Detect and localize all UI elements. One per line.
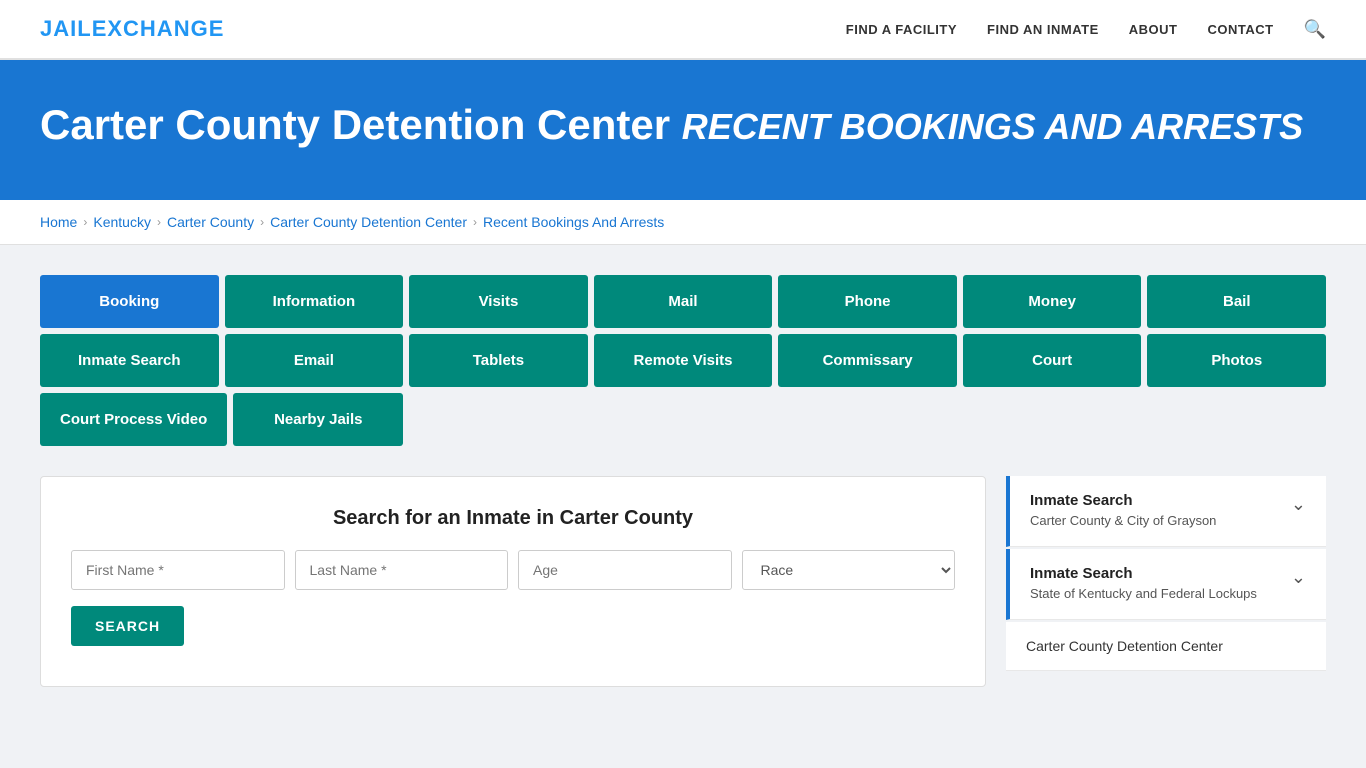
header: JAILEXCHANGE FIND A FACILITY FIND AN INM… <box>0 0 1366 60</box>
search-title: Search for an Inmate in Carter County <box>71 507 955 530</box>
logo-part2: EXCHANGE <box>92 16 225 41</box>
button-row-2: Inmate Search Email Tablets Remote Visit… <box>40 334 1326 387</box>
mail-button[interactable]: Mail <box>594 275 773 328</box>
commissary-button[interactable]: Commissary <box>778 334 957 387</box>
photos-button[interactable]: Photos <box>1147 334 1326 387</box>
chevron-down-icon: ⌄ <box>1291 567 1306 588</box>
remote-visits-button[interactable]: Remote Visits <box>594 334 773 387</box>
sidebar: Inmate Search Carter County & City of Gr… <box>1006 476 1326 671</box>
search-submit-button[interactable]: SEARCH <box>71 606 184 646</box>
breadcrumb-detention-center[interactable]: Carter County Detention Center <box>270 214 467 230</box>
search-fields: Race White Black Hispanic Asian Other <box>71 550 955 590</box>
hero-section: Carter County Detention Center RECENT BO… <box>0 60 1366 200</box>
nav-about[interactable]: ABOUT <box>1129 22 1178 37</box>
nav-find-facility[interactable]: FIND A FACILITY <box>846 22 957 37</box>
first-name-input[interactable] <box>71 550 285 590</box>
inmate-search-button[interactable]: Inmate Search <box>40 334 219 387</box>
logo-part1: JAIL <box>40 16 92 41</box>
main-nav: FIND A FACILITY FIND AN INMATE ABOUT CON… <box>846 19 1326 40</box>
button-row-1: Booking Information Visits Mail Phone Mo… <box>40 275 1326 328</box>
race-select[interactable]: Race White Black Hispanic Asian Other <box>742 550 956 590</box>
nav-contact[interactable]: CONTACT <box>1207 22 1273 37</box>
age-input[interactable] <box>518 550 732 590</box>
inmate-search-form: Search for an Inmate in Carter County Ra… <box>40 476 986 687</box>
booking-button[interactable]: Booking <box>40 275 219 328</box>
sidebar-inmate-search-local[interactable]: Inmate Search Carter County & City of Gr… <box>1006 476 1326 547</box>
visits-button[interactable]: Visits <box>409 275 588 328</box>
breadcrumb-kentucky[interactable]: Kentucky <box>93 214 151 230</box>
tab-buttons: Booking Information Visits Mail Phone Mo… <box>40 275 1326 446</box>
page-title: Carter County Detention Center RECENT BO… <box>40 100 1326 150</box>
breadcrumb-current: Recent Bookings And Arrests <box>483 214 664 230</box>
phone-button[interactable]: Phone <box>778 275 957 328</box>
breadcrumb-home[interactable]: Home <box>40 214 77 230</box>
button-row-3: Court Process Video Nearby Jails <box>40 393 403 446</box>
lower-section: Search for an Inmate in Carter County Ra… <box>40 476 1326 687</box>
email-button[interactable]: Email <box>225 334 404 387</box>
breadcrumb-carter-county[interactable]: Carter County <box>167 214 254 230</box>
bail-button[interactable]: Bail <box>1147 275 1326 328</box>
money-button[interactable]: Money <box>963 275 1142 328</box>
nav-find-inmate[interactable]: FIND AN INMATE <box>987 22 1099 37</box>
tablets-button[interactable]: Tablets <box>409 334 588 387</box>
search-icon[interactable]: 🔍 <box>1304 19 1326 40</box>
chevron-down-icon: ⌄ <box>1291 494 1306 515</box>
last-name-input[interactable] <box>295 550 509 590</box>
nearby-jails-button[interactable]: Nearby Jails <box>233 393 403 446</box>
breadcrumb: Home › Kentucky › Carter County › Carter… <box>0 200 1366 245</box>
information-button[interactable]: Information <box>225 275 404 328</box>
sidebar-detention-center[interactable]: Carter County Detention Center <box>1006 622 1326 671</box>
main-content: Booking Information Visits Mail Phone Mo… <box>0 245 1366 717</box>
logo[interactable]: JAILEXCHANGE <box>40 16 224 42</box>
court-process-video-button[interactable]: Court Process Video <box>40 393 227 446</box>
court-button[interactable]: Court <box>963 334 1142 387</box>
sidebar-inmate-search-state[interactable]: Inmate Search State of Kentucky and Fede… <box>1006 549 1326 620</box>
